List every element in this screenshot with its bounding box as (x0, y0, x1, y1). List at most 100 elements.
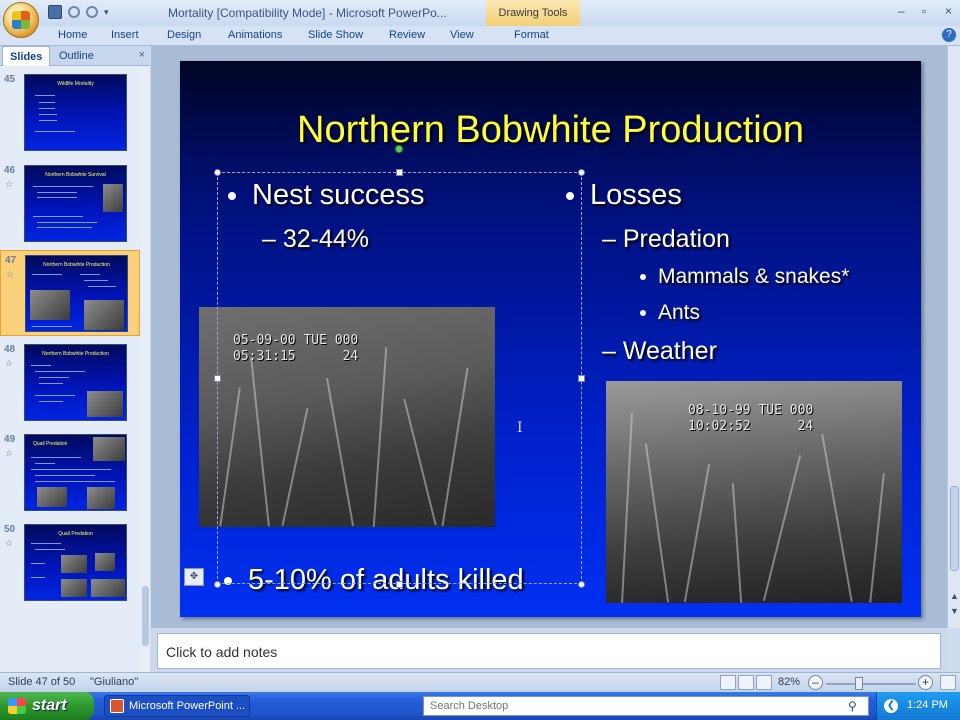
resize-handle-right[interactable] (578, 375, 585, 382)
minimize-button[interactable]: – (898, 4, 905, 18)
thumbnail-image: Quail Predation (24, 524, 127, 601)
panel-scrollbar[interactable] (141, 66, 150, 672)
start-label: start (32, 697, 67, 714)
drawing-tools-context-tab: Drawing Tools (486, 0, 580, 26)
bullet-text: Losses (590, 179, 682, 211)
slide-title[interactable]: Northern Bobwhite Production (180, 109, 921, 152)
animation-star-icon: ☆ (6, 269, 15, 279)
zoom-slider[interactable] (826, 683, 916, 685)
zoom-slider-knob[interactable] (855, 677, 863, 690)
rotate-handle[interactable] (395, 145, 403, 153)
customize-toolbar-icon[interactable]: ▾ (104, 5, 112, 19)
zoom-out-button[interactable]: – (808, 675, 823, 690)
next-slide-icon[interactable]: ▼ (949, 606, 960, 617)
slides-panel: Slides Outline × 45 Wildlife Mortality 4… (0, 46, 150, 672)
resize-handle-bottom-right[interactable] (578, 581, 585, 588)
tab-home[interactable]: Home (58, 29, 87, 41)
dash-icon: – (602, 337, 616, 365)
slide-thumbnail-50[interactable]: 50 ☆ Quail Predation (0, 520, 140, 606)
tab-outline[interactable]: Outline (52, 46, 101, 66)
thumbnail-title: Northern Bobwhite Survival (45, 172, 106, 178)
zoom-in-button[interactable]: + (918, 675, 933, 690)
thumbnail-title: Northern Bobwhite Production (42, 351, 109, 357)
tray-arrow-icon[interactable]: ❮ (884, 699, 898, 713)
item-mammals[interactable]: Mammals & snakes* (640, 265, 849, 289)
tab-slides[interactable]: Slides (2, 46, 51, 66)
anchor-move-icon[interactable]: ✥ (184, 568, 204, 586)
notes-pane: Click to add notes (151, 628, 947, 672)
camera-timestamp: 08-10-99 TUE 000 10:02:52 24 (688, 403, 814, 434)
tab-format[interactable]: Format (514, 29, 549, 41)
status-bar: Slide 47 of 50 "Giuliano" 82% – + (0, 672, 960, 692)
clock: 1:24 PM (907, 699, 948, 711)
window-title: Mortality [Compatibility Mode] - Microso… (168, 6, 447, 20)
taskbar-item-powerpoint[interactable]: Microsoft PowerPoint ... (104, 695, 250, 717)
help-icon[interactable]: ? (942, 28, 956, 42)
text-box-selection[interactable] (217, 172, 582, 584)
notes-field[interactable]: Click to add notes (157, 633, 941, 669)
windows-taskbar: start Microsoft PowerPoint ... ⚲ ❮ 1:24 … (0, 692, 960, 720)
slide-number: 49 (4, 434, 16, 445)
notes-placeholder: Click to add notes (166, 644, 278, 660)
sub-bullet-text: Predation (622, 225, 730, 253)
current-slide[interactable]: Northern Bobwhite Production Nest succes… (180, 61, 921, 617)
resize-handle-bottom-left[interactable] (214, 581, 221, 588)
ribbon-tabs: Home Insert Design Animations Slide Show… (0, 26, 960, 46)
zoom-level[interactable]: 82% (778, 676, 800, 688)
thumbnail-image: Quail Predation (24, 434, 127, 511)
taskbar-item-label: Microsoft PowerPoint ... (129, 700, 246, 712)
sub-bullet-weather[interactable]: – Weather (602, 337, 717, 366)
office-button[interactable] (3, 2, 39, 38)
fit-to-window-icon[interactable] (940, 675, 956, 690)
search-icon[interactable]: ⚲ (848, 699, 861, 713)
slide-thumbnail-47[interactable]: 47 ☆ Northern Bobwhite Production (0, 250, 140, 336)
slide-scroll-thumb[interactable] (950, 486, 959, 571)
slide-thumbnail-45[interactable]: 45 Wildlife Mortality (0, 70, 140, 156)
slide-thumbnail-49[interactable]: 49 ☆ Quail Predation (0, 430, 140, 516)
office-logo-icon (12, 11, 30, 29)
title-bar: ▾ Mortality [Compatibility Mode] - Micro… (0, 0, 960, 26)
slide-thumbnail-46[interactable]: 46 ☆ Northern Bobwhite Survival (0, 161, 140, 247)
close-panel-icon[interactable]: × (139, 49, 145, 61)
sub-bullet-predation[interactable]: – Predation (602, 225, 730, 254)
resize-handle-left[interactable] (214, 375, 221, 382)
slide-thumbnail-48[interactable]: 48 ☆ Northern Bobwhite Production (0, 340, 140, 426)
normal-view-icon[interactable] (720, 675, 736, 690)
start-button[interactable]: start (0, 692, 94, 720)
tab-insert[interactable]: Insert (111, 29, 139, 41)
desktop-search-input[interactable] (424, 697, 868, 715)
tab-design[interactable]: Design (167, 29, 201, 41)
restore-button[interactable]: ▫ (922, 4, 926, 18)
windows-logo-icon (8, 698, 26, 714)
text-cursor-icon: I (517, 420, 523, 436)
previous-slide-icon[interactable]: ▲ (949, 591, 960, 602)
redo-icon[interactable] (86, 6, 98, 18)
item-ants[interactable]: Ants (640, 301, 700, 325)
resize-handle-top-left[interactable] (214, 169, 221, 176)
resize-handle-top-right[interactable] (578, 169, 585, 176)
resize-handle-top[interactable] (396, 169, 403, 176)
bullet-losses[interactable]: Losses (566, 179, 682, 212)
nest-camera-photo-2[interactable]: 08-10-99 TUE 000 10:02:52 24 (606, 381, 902, 603)
slide-show-view-icon[interactable] (756, 675, 772, 690)
thumbnail-image: Northern Bobwhite Production (24, 344, 127, 421)
slide-number: 45 (4, 74, 16, 85)
save-icon[interactable] (48, 5, 62, 19)
tab-review[interactable]: Review (389, 29, 425, 41)
bullet-icon (640, 310, 646, 317)
slide-scrollbar[interactable]: ▲ ▼ (947, 46, 960, 628)
bullet-icon (640, 274, 646, 281)
undo-icon[interactable] (68, 6, 80, 18)
thumbnail-title: Northern Bobwhite Production (43, 262, 110, 268)
tab-animations[interactable]: Animations (228, 29, 282, 41)
resize-handle-bottom[interactable] (396, 581, 403, 588)
slide-number: 50 (4, 524, 16, 535)
panel-scroll-thumb[interactable] (142, 586, 149, 646)
tab-slide-show[interactable]: Slide Show (308, 29, 363, 41)
slide-number: 46 (4, 165, 16, 176)
desktop-search-box[interactable] (423, 696, 869, 716)
animation-star-icon: ☆ (5, 358, 14, 368)
tab-view[interactable]: View (450, 29, 474, 41)
slide-sorter-view-icon[interactable] (738, 675, 754, 690)
close-button[interactable]: × (945, 4, 952, 18)
